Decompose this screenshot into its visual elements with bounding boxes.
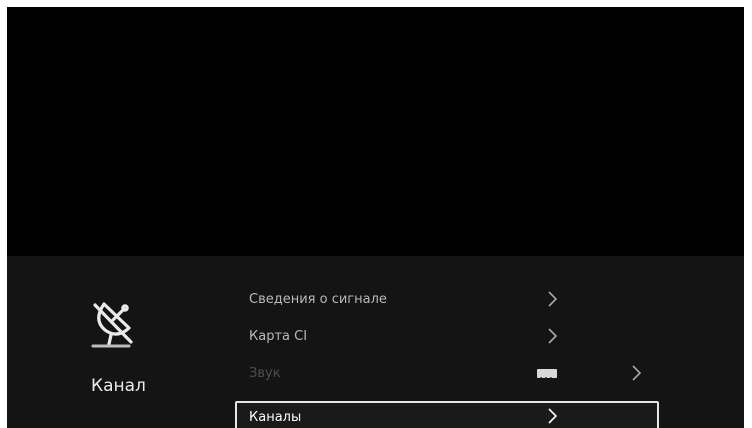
menu-item-label: Сведения о сигнале bbox=[249, 292, 387, 307]
tv-screen: Канал Сведения о сигнале Карта CI Звук К… bbox=[7, 7, 744, 428]
category-label: Канал bbox=[91, 376, 146, 396]
chevron-right-icon bbox=[629, 363, 643, 383]
satellite-dish-off-icon bbox=[91, 298, 135, 354]
menu-item-label: Каналы bbox=[249, 410, 302, 425]
chevron-right-icon bbox=[545, 289, 559, 309]
category-channel: Канал bbox=[7, 256, 227, 428]
settings-panel: Канал Сведения о сигнале Карта CI Звук К… bbox=[7, 256, 744, 428]
menu-item-signal-info[interactable]: Сведения о сигнале bbox=[235, 283, 659, 319]
chevron-right-icon bbox=[545, 406, 559, 426]
menu-item-channels[interactable]: Каналы bbox=[235, 401, 659, 428]
chevron-right-icon bbox=[545, 326, 559, 346]
audio-badge-icon bbox=[537, 369, 557, 383]
menu-item-label: Звук bbox=[249, 366, 281, 381]
menu-item-label: Карта CI bbox=[249, 329, 308, 344]
menu-item-sound[interactable]: Звук bbox=[235, 357, 659, 393]
menu-item-ci-card[interactable]: Карта CI bbox=[235, 320, 659, 356]
